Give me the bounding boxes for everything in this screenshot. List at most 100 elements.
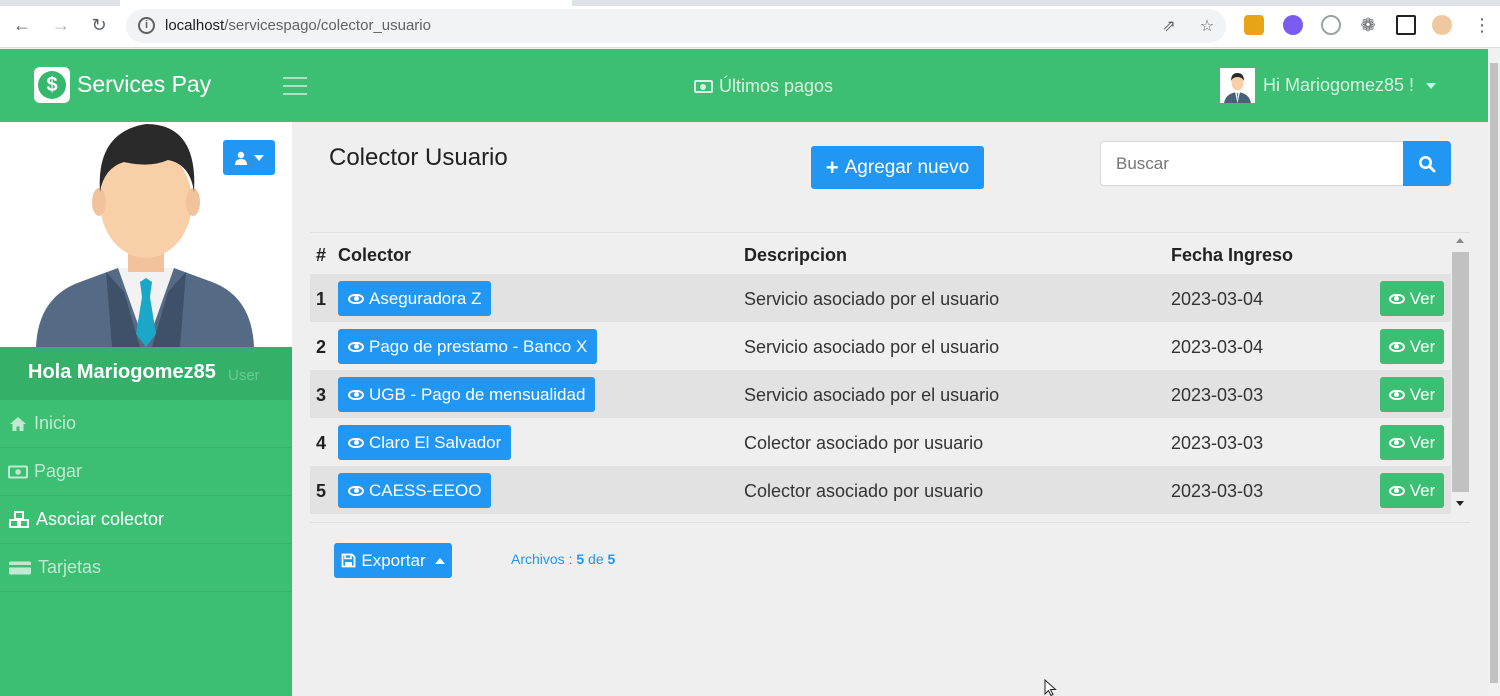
url-host: localhost [165, 17, 225, 34]
reload-icon[interactable]: ↻ [88, 14, 110, 36]
column-header-descripcion: Descripcion [744, 245, 848, 265]
extension-icon[interactable] [1321, 15, 1341, 35]
row-date: 2023-03-04 [1171, 337, 1264, 357]
search-input[interactable] [1100, 141, 1404, 186]
menu-toggle-icon[interactable] [283, 77, 307, 97]
eye-icon [348, 389, 364, 400]
row-date: 2023-03-04 [1171, 289, 1264, 309]
add-new-label: Agregar nuevo [844, 156, 970, 178]
ver-label: Ver [1409, 384, 1436, 404]
colector-name: Claro El Salvador [369, 432, 502, 452]
cubes-icon [9, 510, 29, 528]
chevron-down-icon [1426, 82, 1437, 89]
add-new-button[interactable]: + Agregar nuevo [811, 146, 984, 189]
money-icon [8, 465, 28, 478]
row-description: Colector asociado por usuario [744, 481, 984, 501]
user-greeting: Hi Mariogomez85 ! [1263, 75, 1415, 95]
export-label: Exportar [361, 550, 426, 570]
ver-button[interactable]: Ver [1380, 425, 1444, 460]
colector-button[interactable]: Claro El Salvador [338, 425, 512, 460]
sidebar-item-label: Inicio [34, 413, 77, 433]
ultimos-pagos-label: Últimos pagos [719, 76, 834, 96]
ver-button[interactable]: Ver [1380, 329, 1444, 364]
export-button[interactable]: Exportar [334, 543, 452, 578]
money-icon [694, 80, 713, 93]
app-header: $ Services Pay Últimos pagos Hi Mariogom… [0, 49, 1488, 122]
site-info-icon[interactable]: i [138, 17, 155, 34]
search-button[interactable] [1403, 141, 1451, 186]
sidebar-greeting: Hola Mariogomez85 [28, 361, 216, 383]
user-role: User [228, 367, 260, 384]
colector-name: CAESS-EEOO [369, 480, 482, 500]
row-number: 3 [316, 385, 327, 405]
back-icon[interactable]: ← [11, 14, 33, 36]
row-description: Colector asociado por usuario [744, 433, 984, 453]
row-number: 1 [316, 289, 327, 309]
profile-options-button[interactable] [223, 140, 275, 175]
extension-icon[interactable] [1244, 15, 1264, 35]
sidebar-item-tarjetas[interactable]: Tarjetas [0, 544, 292, 592]
colector-table: # Colector Descripcion Fecha Ingreso 1 A… [310, 232, 1470, 523]
sidebar-item-inicio[interactable]: Inicio [0, 400, 292, 448]
forward-icon[interactable]: → [50, 14, 72, 36]
ultimos-pagos-link[interactable]: Últimos pagos [694, 76, 833, 97]
ver-label: Ver [1409, 336, 1436, 356]
row-description: Servicio asociado por el usuario [744, 289, 1000, 309]
row-number: 2 [316, 337, 327, 357]
eye-icon [1388, 293, 1405, 304]
records-of: de [588, 551, 604, 567]
credit-card-icon [9, 561, 31, 574]
records-shown: 5 [576, 551, 585, 567]
eye-icon [348, 437, 364, 448]
colector-button[interactable]: CAESS-EEOO [338, 473, 492, 508]
scroll-up-icon[interactable] [1456, 238, 1464, 243]
page-scrollbar[interactable] [1488, 49, 1500, 696]
side-panel-icon[interactable] [1396, 15, 1416, 35]
sidebar-item-pagar[interactable]: Pagar [0, 448, 292, 496]
row-date: 2023-03-03 [1171, 433, 1264, 453]
profile-avatar-icon[interactable] [1432, 15, 1452, 35]
sidebar-item-label: Pagar [34, 461, 83, 481]
column-header-number: # [316, 245, 327, 265]
brand-name[interactable]: Services Pay [77, 71, 211, 98]
logo-icon[interactable]: $ [34, 67, 70, 103]
records-label: Archivos : [511, 551, 573, 567]
sidebar: Hola Mariogomez85 User Inicio Pagar Asoc… [0, 122, 292, 696]
row-description: Servicio asociado por el usuario [744, 337, 1000, 357]
ver-button[interactable]: Ver [1380, 377, 1444, 412]
user-menu[interactable]: Hi Mariogomez85 ! [1220, 68, 1437, 103]
mouse-cursor-icon [1044, 679, 1057, 696]
ver-label: Ver [1409, 480, 1436, 500]
scroll-down-icon[interactable] [1456, 501, 1464, 506]
page-title: Colector Usuario [329, 144, 508, 171]
extension-icon[interactable] [1283, 15, 1303, 35]
user-greeting-panel: Hola Mariogomez85 User [0, 347, 292, 400]
row-date: 2023-03-03 [1171, 481, 1264, 501]
colector-button[interactable]: Aseguradora Z [338, 281, 492, 316]
records-total: 5 [607, 551, 616, 567]
address-bar[interactable]: i localhost/servicespago/colector_usuari… [126, 9, 1226, 43]
puzzle-extensions-icon[interactable]: ❁ [1358, 15, 1378, 35]
bookmark-star-icon[interactable]: ☆ [1198, 18, 1216, 36]
share-icon[interactable]: ⇗ [1160, 18, 1178, 36]
table-scrollbar[interactable] [1451, 233, 1470, 522]
row-description: Servicio asociado por el usuario [744, 385, 1000, 405]
ver-button[interactable]: Ver [1380, 281, 1444, 316]
colector-name: Pago de prestamo - Banco X [369, 336, 588, 356]
browser-toolbar: ← → ↻ i localhost/servicespago/colector_… [0, 0, 1500, 48]
eye-icon [1388, 389, 1405, 400]
row-number: 4 [316, 433, 327, 453]
browser-menu-icon[interactable]: ⋮ [1472, 15, 1492, 35]
row-number: 5 [316, 481, 327, 501]
scrollbar-thumb[interactable] [1452, 252, 1469, 492]
user-icon [235, 151, 247, 165]
eye-icon [348, 341, 364, 352]
eye-icon [1388, 437, 1405, 448]
table-row: 4 Claro El Salvador Colector asociado po… [310, 418, 1451, 466]
table-row: 5 CAESS-EEOO Colector asociado por usuar… [310, 466, 1451, 514]
sidebar-item-asociar-colector[interactable]: Asociar colector [0, 496, 292, 544]
colector-button[interactable]: Pago de prestamo - Banco X [338, 329, 598, 364]
ver-label: Ver [1409, 288, 1436, 308]
ver-button[interactable]: Ver [1380, 473, 1444, 508]
colector-button[interactable]: UGB - Pago de mensualidad [338, 377, 596, 412]
